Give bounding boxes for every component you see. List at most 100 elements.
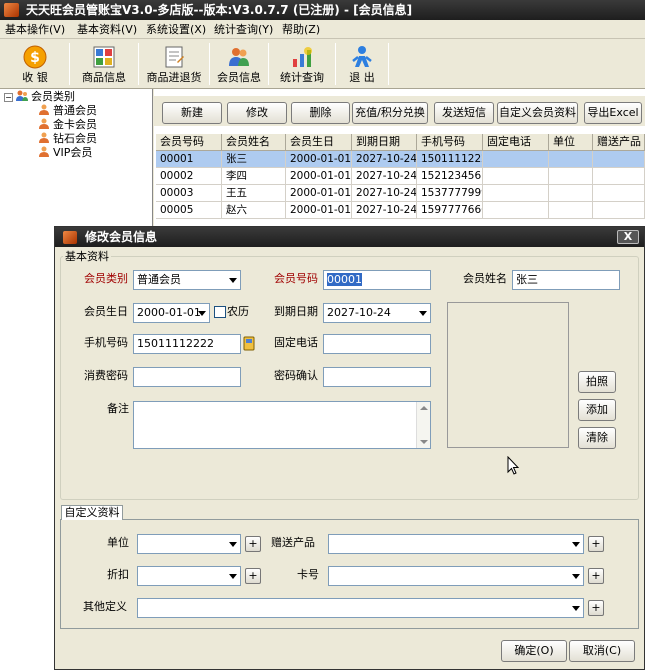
chevron-down-icon (229, 574, 237, 579)
gift-label: 赠送产品 (271, 536, 315, 549)
remark-textarea[interactable] (133, 401, 431, 449)
col-header-mobile[interactable]: 手机号码 (417, 134, 483, 151)
send-sms-button[interactable]: 发送短信 (434, 102, 494, 124)
col-header-expiry[interactable]: 到期日期 (352, 134, 417, 151)
member-type-label: 会员类别 (84, 272, 128, 285)
menu-basic-ops[interactable]: 基本操作(V) (5, 22, 65, 37)
card-no-select[interactable] (328, 566, 584, 586)
col-header-gift[interactable]: 赠送产品 (593, 134, 645, 151)
lunar-checkbox[interactable] (214, 306, 226, 318)
add-gift-button[interactable]: + (588, 536, 604, 552)
cashier-button[interactable]: $ 收 银 (2, 41, 68, 87)
password-input[interactable] (133, 367, 241, 387)
col-header-phone[interactable]: 固定电话 (483, 134, 549, 151)
stock-inout-button[interactable]: 商品进退货 (140, 41, 208, 87)
users-icon (229, 48, 249, 66)
unit-select[interactable] (137, 534, 241, 554)
basic-info-legend: 基本资料 (63, 248, 111, 264)
tree-root[interactable]: − 会员类别 (4, 90, 75, 104)
menu-help[interactable]: 帮助(Z) (282, 22, 320, 37)
window-title: 天天旺会员管账宝V3.0-多店版--版本:V3.0.7.7 (已注册) - [会… (26, 3, 413, 17)
take-photo-button[interactable]: 拍照 (578, 371, 616, 393)
window-title-bar: 天天旺会员管账宝V3.0-多店版--版本:V3.0.7.7 (已注册) - [会… (0, 0, 645, 20)
col-header-member-no[interactable]: 会员号码 (156, 134, 222, 151)
tree-item-gold[interactable]: 金卡会员 (38, 118, 97, 132)
member-info-button[interactable]: 会员信息 (211, 41, 267, 87)
confirm-password-input[interactable] (323, 367, 431, 387)
chevron-down-icon (419, 311, 427, 316)
tree-item-diamond[interactable]: 钻石会员 (38, 132, 97, 146)
remark-scrollbar[interactable] (416, 402, 430, 448)
mobile-label: 手机号码 (84, 336, 128, 349)
add-card-no-button[interactable]: + (588, 568, 604, 584)
menu-system-settings[interactable]: 系统设置(X) (146, 22, 206, 37)
recharge-button[interactable]: 充值/积分兑换 (352, 102, 428, 124)
stock-notebook-icon (165, 46, 184, 68)
add-other-button[interactable]: + (588, 600, 604, 616)
edit-member-dialog: 修改会员信息 X 基本资料 会员类别 普通会员 会员号码 00001 会员姓名 … (54, 226, 645, 670)
confirm-password-label: 密码确认 (274, 369, 318, 382)
phone-book-icon[interactable] (243, 336, 255, 351)
delete-button[interactable]: 删除 (291, 102, 350, 124)
col-header-unit[interactable]: 单位 (549, 134, 593, 151)
gift-select[interactable] (328, 534, 584, 554)
new-button[interactable]: 新建 (162, 102, 222, 124)
product-info-button[interactable]: 商品信息 (72, 41, 136, 87)
toolbar-separator (69, 43, 70, 85)
scroll-up-icon[interactable] (420, 406, 428, 410)
collapse-icon[interactable]: − (4, 93, 13, 102)
chevron-down-icon (572, 606, 580, 611)
member-type-select[interactable]: 普通会员 (133, 270, 241, 290)
expiry-picker[interactable]: 2027-10-24 (323, 303, 431, 323)
member-name-input[interactable]: 张三 (512, 270, 620, 290)
discount-select[interactable] (137, 566, 241, 586)
menu-statistics[interactable]: 统计查询(Y) (214, 22, 273, 37)
statistics-button[interactable]: 统计查询 (271, 41, 333, 87)
birthday-picker[interactable]: 2000-01-01 (133, 303, 210, 323)
toolbar-separator (335, 43, 336, 85)
discount-label: 折扣 (107, 568, 129, 581)
unit-label: 单位 (107, 536, 129, 549)
add-discount-button[interactable]: + (245, 568, 261, 584)
app-icon (4, 3, 19, 17)
add-photo-button[interactable]: 添加 (578, 399, 616, 421)
dialog-title-bar: 修改会员信息 (55, 227, 644, 247)
menu-bar: 基本操作(V) 基本资料(V) 系统设置(X) 统计查询(Y) 帮助(Z) (0, 20, 645, 39)
action-bar: 新建 修改 删除 充值/积分兑换 发送短信 自定义会员资料 导出Excel (154, 96, 645, 126)
add-unit-button[interactable]: + (245, 536, 261, 552)
tree-item-normal[interactable]: 普通会员 (38, 104, 97, 118)
toolbar: $ 收 银 商品信息 商品进退货 会员信息 统计查询 退 出 (0, 39, 645, 89)
member-icon (39, 132, 49, 143)
custom-member-data-button[interactable]: 自定义会员资料 (497, 102, 578, 124)
chevron-down-icon (229, 542, 237, 547)
member-no-input[interactable]: 00001 (323, 270, 431, 290)
member-icon (39, 104, 49, 115)
clear-photo-button[interactable]: 清除 (578, 427, 616, 449)
dialog-app-icon (63, 231, 77, 244)
chevron-down-icon (572, 574, 580, 579)
expiry-label: 到期日期 (274, 305, 318, 318)
ok-button[interactable]: 确定(O) (501, 640, 567, 662)
mobile-input[interactable]: 15011112222 (133, 334, 241, 354)
cancel-button[interactable]: 取消(C) (569, 640, 635, 662)
other-select[interactable] (137, 598, 584, 618)
exit-button[interactable]: 退 出 (338, 41, 386, 87)
edit-button[interactable]: 修改 (227, 102, 287, 124)
dialog-title: 修改会员信息 (85, 230, 158, 244)
menu-basic-data[interactable]: 基本资料(V) (77, 22, 137, 37)
birthday-label: 会员生日 (84, 305, 128, 318)
export-excel-button[interactable]: 导出Excel (584, 102, 642, 124)
member-name-label: 会员姓名 (463, 272, 507, 285)
dialog-close-button[interactable]: X (617, 230, 639, 244)
scroll-down-icon[interactable] (420, 440, 428, 444)
users-icon (16, 90, 28, 101)
member-icon (39, 118, 49, 129)
col-header-member-name[interactable]: 会员姓名 (222, 134, 286, 151)
mouse-cursor-icon (507, 456, 520, 475)
tree-item-vip[interactable]: VIP会员 (38, 146, 92, 160)
col-header-birthday[interactable]: 会员生日 (286, 134, 352, 151)
tab-custom-info[interactable]: 自定义资料 (61, 505, 123, 520)
phone-input[interactable] (323, 334, 431, 354)
toolbar-separator (138, 43, 139, 85)
product-grid-icon (93, 46, 115, 68)
